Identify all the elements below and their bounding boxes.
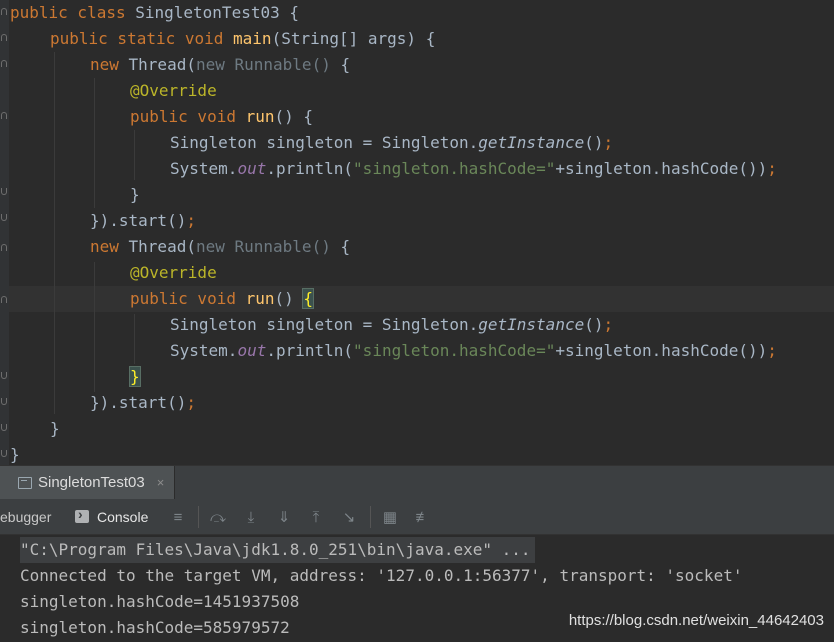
code-line: System.out.println("singleton.hashCode="… [170, 159, 777, 178]
code-line: Singleton singleton = Singleton.getInsta… [170, 315, 614, 334]
code-line: new Thread(new Runnable() { [90, 237, 351, 256]
fold-icon[interactable] [1, 424, 7, 431]
code-line: new Thread(new Runnable() { [90, 55, 351, 74]
console-line: "C:\Program Files\Java\jdk1.8.0_251\bin\… [20, 537, 535, 563]
watermark-url: https://blog.csdn.net/weixin_44642403 [568, 612, 824, 629]
indent-guide [134, 314, 135, 364]
code-line: Singleton singleton = Singleton.getInsta… [170, 133, 614, 152]
code-line: } [130, 185, 140, 204]
console-line: singleton.hashCode=585979572 [20, 618, 290, 637]
fold-icon[interactable] [1, 60, 7, 67]
fold-icon[interactable] [1, 244, 7, 251]
fold-icon[interactable] [1, 188, 7, 195]
text-caret [313, 290, 315, 309]
fold-icon[interactable] [1, 112, 7, 119]
run-tool-window-tabs: SingletonTest03 × [0, 465, 834, 499]
code-line: public static void main(String[] args) { [50, 29, 436, 48]
step-over-icon[interactable]: ⤓ [241, 507, 261, 527]
code-line: } [129, 364, 141, 390]
step-out-icon[interactable]: ⤒ [306, 507, 326, 527]
code-line: }).start(); [90, 211, 196, 230]
fold-icon[interactable] [1, 214, 7, 221]
menu-icon[interactable]: ≡ [168, 507, 188, 527]
matched-brace: { [302, 288, 315, 309]
step-into-icon[interactable]: ⇓ [274, 507, 294, 527]
indent-guide [134, 130, 135, 180]
code-line: @Override [130, 81, 217, 100]
code-line: public void run() { [130, 107, 314, 126]
code-line: } [10, 445, 20, 464]
code-line: public void run() { [130, 288, 315, 309]
toolbar-divider [370, 506, 371, 528]
tab-console[interactable]: Console [75, 499, 148, 534]
tab-debugger[interactable]: ebugger [0, 499, 51, 534]
code-editor[interactable]: public class SingletonTest03 { public st… [0, 0, 834, 465]
evaluate-expression-icon[interactable]: ▦ [380, 507, 400, 527]
debug-toolbar: ebugger Console ≡ ⤼ ⤓ ⇓ ⤒ ↘ ▦ ≢ [0, 499, 834, 535]
run-tab-singletontest03[interactable]: SingletonTest03 × [0, 466, 176, 499]
console-icon [75, 506, 89, 523]
console-line: singleton.hashCode=1451937508 [20, 592, 300, 611]
trace-icon[interactable]: ≢ [413, 507, 433, 527]
code-line: public class SingletonTest03 { [10, 3, 299, 22]
editor-gutter [0, 0, 9, 465]
fold-icon[interactable] [1, 34, 7, 41]
indent-guide [94, 78, 95, 208]
fold-icon[interactable] [1, 398, 7, 405]
indent-guide [94, 262, 95, 392]
fold-icon[interactable] [1, 8, 7, 15]
show-execution-point-icon[interactable]: ⤼ [208, 507, 228, 527]
fold-icon[interactable] [1, 296, 7, 303]
close-icon[interactable]: × [157, 475, 165, 490]
code-line: @Override [130, 263, 217, 282]
code-line: System.out.println("singleton.hashCode="… [170, 341, 777, 360]
console-line: Connected to the target VM, address: '12… [20, 566, 743, 585]
run-config-icon [18, 476, 32, 489]
code-line: } [50, 419, 60, 438]
run-to-cursor-icon[interactable]: ↘ [339, 507, 359, 527]
indent-guide [54, 52, 55, 414]
code-line: }).start(); [90, 393, 196, 412]
fold-icon[interactable] [1, 372, 7, 379]
toolbar-divider [198, 506, 199, 528]
matched-brace: } [129, 366, 141, 387]
fold-icon[interactable] [1, 450, 7, 457]
